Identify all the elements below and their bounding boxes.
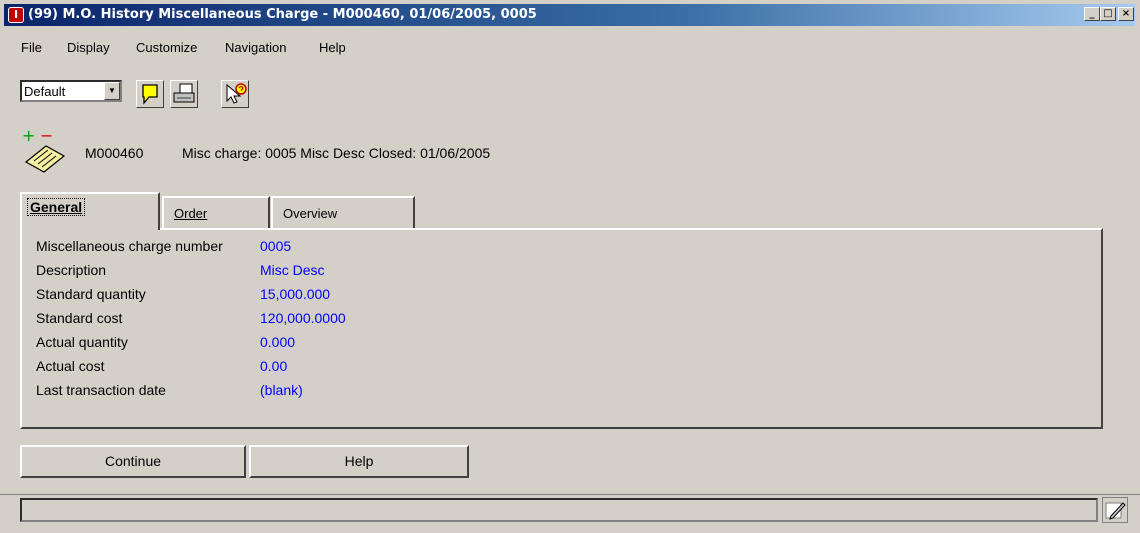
field-value-actual-quantity: 0.000 [260, 334, 296, 350]
field-label-standard-cost: Standard cost [36, 310, 123, 326]
help-pointer-button[interactable] [221, 80, 249, 108]
window-title: (99) M.O. History Miscellaneous Charge -… [28, 7, 537, 22]
field-label-description: Description [36, 262, 107, 278]
menu-customize[interactable]: Customize [136, 40, 197, 55]
document-plus-minus-icon: + − [22, 128, 66, 173]
field-label-charge-number: Miscellaneous charge number [36, 238, 223, 254]
svg-text:−: − [40, 128, 53, 145]
field-value-actual-cost: 0.00 [260, 358, 288, 374]
field-value-description: Misc Desc [260, 262, 325, 278]
help-pointer-icon [226, 83, 247, 104]
print-icon [173, 83, 195, 103]
status-edit-button[interactable] [1102, 497, 1128, 523]
menu-help[interactable]: Help [319, 40, 346, 55]
continue-button[interactable]: Continue [20, 445, 246, 478]
view-select[interactable]: Default ▼ [20, 80, 122, 102]
tab-general[interactable]: General [20, 192, 160, 230]
print-button[interactable] [170, 80, 198, 108]
chevron-down-icon[interactable]: ▼ [104, 82, 120, 100]
separator [0, 494, 1140, 495]
charge-summary: Misc charge: 0005 Misc Desc Closed: 01/0… [182, 145, 491, 161]
close-button[interactable]: × [1118, 7, 1134, 21]
tab-general-label: General [26, 198, 86, 216]
field-label-actual-quantity: Actual quantity [36, 334, 128, 350]
note-icon [142, 84, 158, 105]
field-value-last-transaction-date: (blank) [260, 382, 303, 398]
minimize-button[interactable]: _ [1084, 7, 1100, 21]
svg-text:+: + [22, 128, 35, 145]
edit-pencil-icon [1105, 502, 1126, 520]
field-value-standard-quantity: 15,000.000 [260, 286, 331, 302]
menu-file[interactable]: File [21, 40, 42, 55]
help-button[interactable]: Help [249, 445, 469, 478]
field-label-standard-quantity: Standard quantity [36, 286, 146, 302]
menu-navigation[interactable]: Navigation [225, 40, 286, 55]
field-label-last-transaction-date: Last transaction date [36, 382, 166, 398]
view-select-value: Default [24, 84, 66, 99]
tab-overview[interactable]: Overview [271, 196, 415, 229]
status-bar [20, 498, 1098, 522]
note-button[interactable] [136, 80, 164, 108]
menu-display[interactable]: Display [67, 40, 110, 55]
tab-overview-label: Overview [283, 206, 338, 221]
maximize-button[interactable]: □ [1100, 7, 1116, 21]
title-bar[interactable]: I (99) M.O. History Miscellaneous Charge… [4, 4, 1135, 26]
field-value-standard-cost: 120,000.0000 [260, 310, 346, 326]
field-label-actual-cost: Actual cost [36, 358, 105, 374]
general-panel: Miscellaneous charge number 0005 Descrip… [20, 228, 1103, 429]
field-value-charge-number: 0005 [260, 238, 292, 254]
order-number: M000460 [85, 145, 144, 161]
tab-order-label: Order [174, 206, 208, 221]
application-window: I (99) M.O. History Miscellaneous Charge… [0, 0, 1140, 533]
app-icon[interactable]: I [8, 7, 24, 23]
tab-order[interactable]: Order [162, 196, 270, 229]
